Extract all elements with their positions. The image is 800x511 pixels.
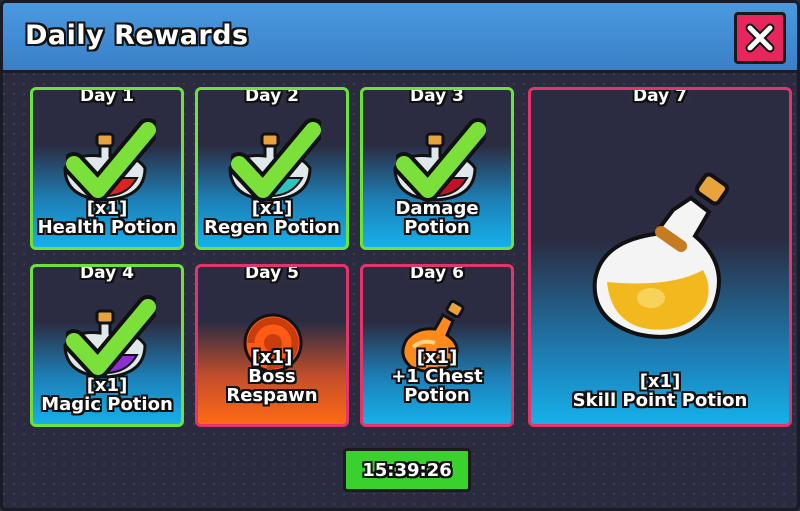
reward-card-day-3[interactable]: Day 3 Damage Potion xyxy=(360,87,514,250)
reward-name: Skill Point Potion xyxy=(572,389,748,411)
reward-card-day-4[interactable]: Day 4 [x1] Magic Potion xyxy=(30,264,184,427)
reward-name-line-1: +1 Chest xyxy=(391,365,483,387)
reward-card-day-2[interactable]: Day 2 [x1] Regen Potion xyxy=(195,87,349,250)
countdown-timer: 15:39:26 xyxy=(362,459,452,481)
day-label: Day 3 xyxy=(404,90,470,106)
reward-card-day-7[interactable]: Day 7 [x1] Skill Point Potion xyxy=(528,87,792,427)
daily-rewards-window: Daily Rewards Day 1 [x1] Health Potion D… xyxy=(0,0,800,511)
checkmark-icon xyxy=(66,118,156,202)
reward-name: Magic Potion xyxy=(41,393,173,415)
reward-name: Health Potion xyxy=(37,216,177,238)
reward-name-line-2: Potion xyxy=(404,216,470,238)
timer-button[interactable]: 15:39:26 xyxy=(343,448,471,492)
reward-card-day-6[interactable]: Day 6 [x1] +1 Chest Potion xyxy=(360,264,514,427)
reward-name-line-1: Boss xyxy=(248,365,296,387)
rewards-panel: Day 1 [x1] Health Potion Day 2 [x1] Rege… xyxy=(3,73,797,508)
close-icon xyxy=(745,23,775,53)
checkmark-icon xyxy=(231,118,321,202)
reward-name: Regen Potion xyxy=(204,216,340,238)
checkmark-icon xyxy=(66,295,156,379)
day-label: Day 5 xyxy=(239,267,305,283)
day-label: Day 4 xyxy=(74,267,140,283)
reward-name-line-2: Respawn xyxy=(226,384,318,406)
window-header: Daily Rewards xyxy=(3,3,797,73)
day-label: Day 1 xyxy=(74,90,140,106)
yellow-potion-icon xyxy=(592,172,729,339)
day-label: Day 6 xyxy=(404,267,470,283)
day-label: Day 7 xyxy=(627,90,693,106)
reward-card-day-1[interactable]: Day 1 [x1] Health Potion xyxy=(30,87,184,250)
checkmark-icon xyxy=(396,118,486,202)
window-title: Daily Rewards xyxy=(25,20,249,51)
reward-card-day-5[interactable]: Day 5 [x1] Boss Respawn xyxy=(195,264,349,427)
close-button[interactable] xyxy=(734,12,786,64)
day-label: Day 2 xyxy=(239,90,305,106)
reward-name-line-2: Potion xyxy=(404,384,470,406)
